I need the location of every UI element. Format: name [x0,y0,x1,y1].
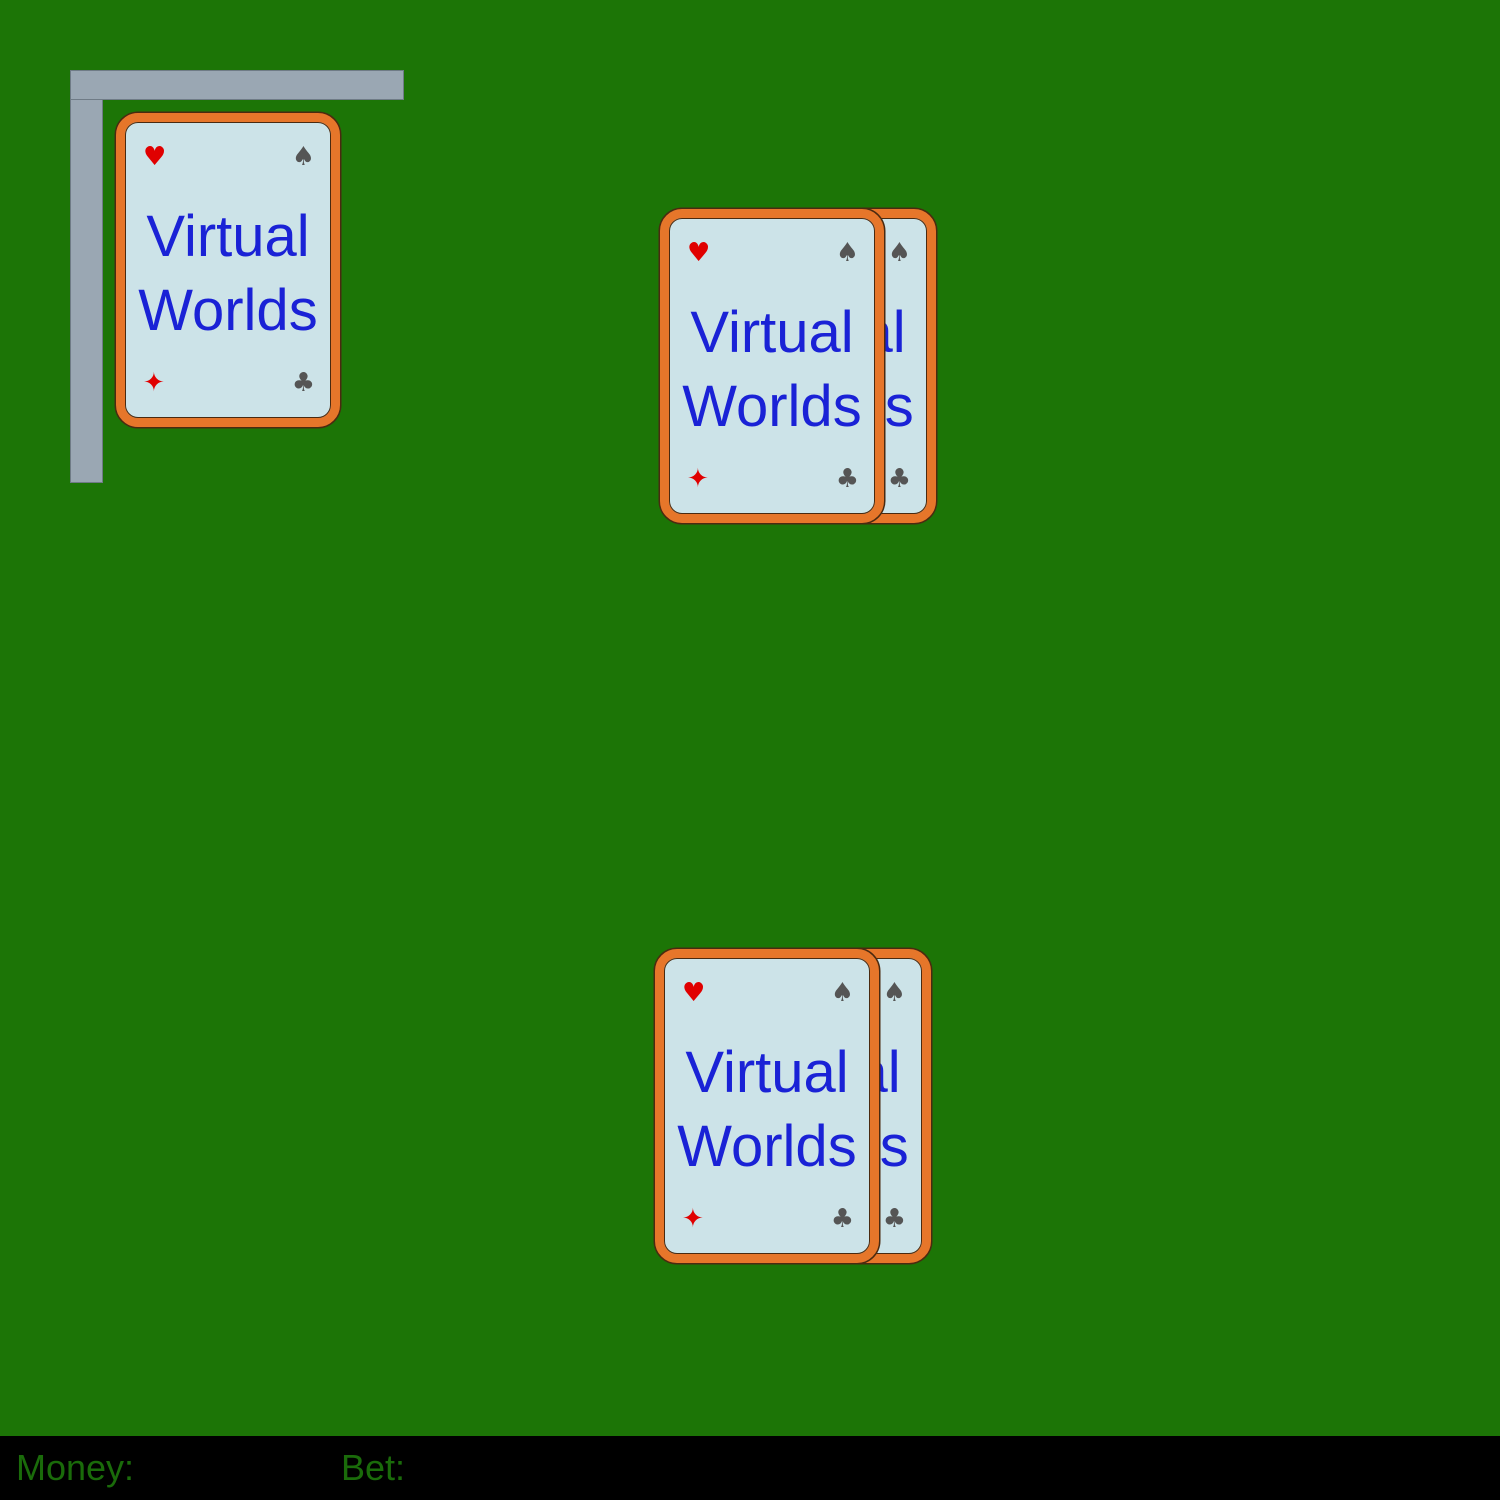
card-back-line1: Virtual [690,300,854,365]
card-back-line2: Worlds [677,1114,857,1179]
spade-icon: ♠ [830,978,854,1008]
spade-icon: ♠ [835,238,859,268]
spade-icon: ♠ [882,978,906,1008]
status-bar: Money: Bet: [0,1436,1500,1500]
heart-icon: ♥ [143,142,167,172]
card-back-line1: Virtual [685,1040,849,1105]
club-icon: ♣ [291,368,315,398]
club-icon: ♣ [882,1204,906,1234]
money-label: Money: [16,1447,135,1488]
diamond-icon: ✦ [143,368,165,398]
card-back-logo: Virtual Worlds [125,200,331,348]
club-icon: ♣ [835,464,859,494]
card-back-line2: Worlds [138,278,318,343]
heart-icon: ♥ [682,978,706,1008]
spade-icon: ♠ [291,142,315,172]
card-back-logo: Virtual Worlds [664,1036,870,1184]
spade-icon: ♠ [887,238,911,268]
card-back-line2: Worlds [682,374,862,439]
dealer-hand-card: ♥ ♠ Virtual Worlds ✦ ♣ [660,209,884,523]
deck-holder-left-rail [70,70,103,483]
heart-icon: ♥ [687,238,711,268]
deck-card[interactable]: ♥ ♠ Virtual Worlds ✦ ♣ [116,113,340,427]
card-back-logo: Virtual Worlds [669,296,875,444]
diamond-icon: ✦ [682,1204,704,1234]
bet-label: Bet: [341,1447,406,1488]
game-table: ♥ ♠ Virtual Worlds ✦ ♣ ♥ ♠ Virtual World… [0,0,1500,1436]
club-icon: ♣ [887,464,911,494]
deck-holder-top-rail [70,70,404,100]
club-icon: ♣ [830,1204,854,1234]
player-hand-card: ♥ ♠ Virtual Worlds ✦ ♣ [655,949,879,1263]
diamond-icon: ✦ [687,464,709,494]
card-back-line1: Virtual [146,204,310,269]
